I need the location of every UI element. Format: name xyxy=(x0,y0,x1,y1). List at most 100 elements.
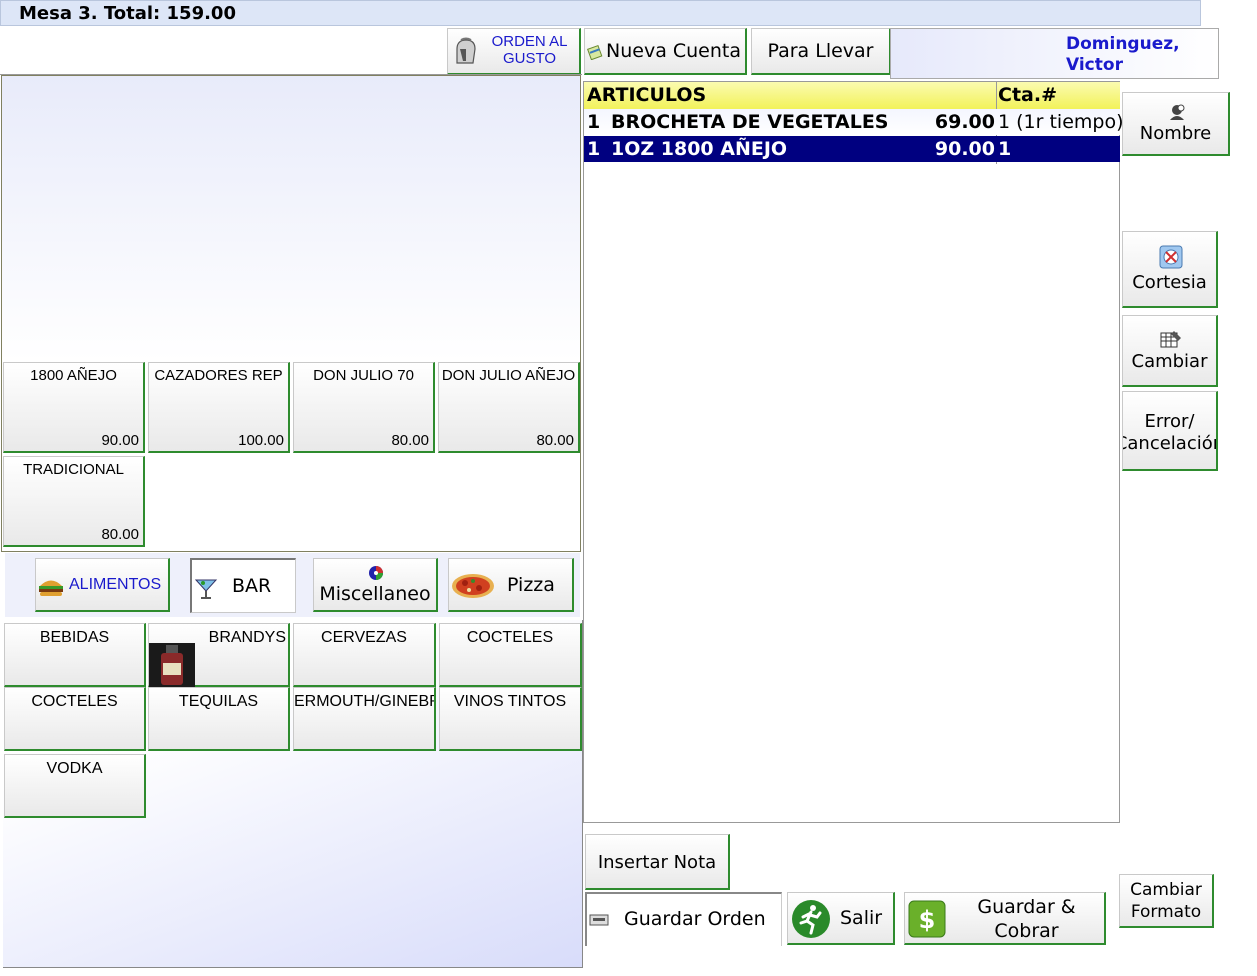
salir-label: Salir xyxy=(840,907,883,929)
product-name: DON JULIO 70 xyxy=(313,367,414,384)
tab-bar-label: BAR xyxy=(232,575,272,597)
burger-icon xyxy=(39,580,63,596)
product-price: 100.00 xyxy=(238,432,284,449)
insertar-nota-button[interactable]: Insertar Nota xyxy=(585,834,730,890)
category-button[interactable]: COCTELES xyxy=(439,623,582,687)
waiter-name-line2: Victor xyxy=(1066,55,1123,75)
guardar-orden-label: Guardar Orden xyxy=(624,908,766,930)
window-title: Mesa 3. Total: 159.00 xyxy=(0,0,1201,26)
orden-al-gusto-label-1: ORDEN AL xyxy=(491,33,568,50)
row-name: 1OZ 1800 AÑEJO xyxy=(611,138,788,160)
product-price: 80.00 xyxy=(391,432,429,449)
error-label-line1: Error/ xyxy=(1144,411,1195,432)
nombre-button[interactable]: Nombre xyxy=(1122,92,1230,156)
orden-al-gusto-label-2: GUSTO xyxy=(502,50,557,67)
cortesia-button[interactable]: Cortesia xyxy=(1122,231,1218,308)
para-llevar-button[interactable]: Para Llevar xyxy=(751,28,891,75)
cambiar-formato-label-2: Formato xyxy=(1130,902,1202,922)
product-button[interactable]: DON JULIO 70 80.00 xyxy=(293,362,435,453)
product-button[interactable]: CAZADORES REP 100.00 xyxy=(148,362,290,453)
table-row-selected[interactable]: 1 1OZ 1800 AÑEJO 90.00 1 xyxy=(584,136,1120,162)
product-price: 80.00 xyxy=(101,526,139,543)
dollar-icon: $ xyxy=(908,900,946,938)
salir-button[interactable]: Salir xyxy=(787,892,895,945)
para-llevar-label: Para Llevar xyxy=(767,40,874,62)
category-label: COCTELES xyxy=(31,693,118,710)
category-label: COCTELES xyxy=(466,629,554,646)
order-table: ARTICULOS Cta.# 1 BROCHETA DE VEGETALES … xyxy=(583,81,1124,823)
orden-al-gusto-button[interactable]: ORDEN AL GUSTO xyxy=(447,28,581,75)
category-label: ERMOUTH/GINEBR xyxy=(294,693,434,710)
row-price: 90.00 xyxy=(934,138,995,160)
color-circle-icon xyxy=(369,566,383,580)
error-cancelacion-button[interactable]: Error/ Cancelación xyxy=(1122,391,1218,471)
notepad-icon xyxy=(587,44,603,60)
order-table-header: ARTICULOS Cta.# xyxy=(584,82,1120,109)
product-button[interactable]: DON JULIO AÑEJO 80.00 xyxy=(438,362,580,453)
product-name: TRADICIONAL xyxy=(23,461,124,478)
waiter-name-box: Dominguez, Victor xyxy=(890,28,1219,79)
row-name: BROCHETA DE VEGETALES xyxy=(611,111,889,133)
category-label: TEQUILAS xyxy=(178,693,259,710)
row-qty: 1 xyxy=(587,111,601,133)
svg-text:$: $ xyxy=(919,906,936,934)
category-label: BRANDYS xyxy=(208,629,286,646)
tab-alimentos-label: ALIMENTOS xyxy=(69,576,162,593)
spartan-helmet-icon xyxy=(456,37,476,64)
category-button[interactable]: CERVEZAS xyxy=(293,623,436,687)
tab-bar[interactable]: BAR xyxy=(190,558,296,613)
row-qty: 1 xyxy=(587,138,601,160)
guardar-orden-button[interactable]: Guardar Orden xyxy=(585,892,782,946)
category-label: CERVEZAS xyxy=(321,629,407,646)
col-cta: Cta.# xyxy=(998,84,1057,106)
product-price: 90.00 xyxy=(101,432,139,449)
running-man-icon xyxy=(792,900,830,938)
category-label: VODKA xyxy=(46,760,103,777)
martini-glass-icon xyxy=(194,579,218,599)
product-price: 80.00 xyxy=(536,432,574,449)
cambiar-formato-label-1: Cambiar xyxy=(1130,880,1202,900)
category-button[interactable]: BRANDYS xyxy=(148,623,290,687)
category-button[interactable]: ERMOUTH/GINEBR xyxy=(293,687,436,751)
category-label: VINOS TINTOS xyxy=(453,693,567,710)
nueva-cuenta-label: Nueva Cuenta xyxy=(606,40,742,62)
insertar-nota-label: Insertar Nota xyxy=(597,852,717,873)
product-button[interactable]: 1800 AÑEJO 90.00 xyxy=(3,362,145,453)
product-button[interactable]: TRADICIONAL 80.00 xyxy=(3,456,145,547)
col-articulos: ARTICULOS xyxy=(587,84,707,106)
category-button[interactable]: BEBIDAS xyxy=(4,623,146,687)
cortesia-icon xyxy=(1159,245,1183,269)
pizza-icon xyxy=(452,574,494,598)
nueva-cuenta-button[interactable]: Nueva Cuenta xyxy=(584,28,747,75)
tab-pizza[interactable]: Pizza xyxy=(448,558,574,612)
category-button[interactable]: VINOS TINTOS xyxy=(439,687,582,751)
category-button[interactable]: TEQUILAS xyxy=(148,687,290,751)
tab-miscellaneo-label: Miscellaneo xyxy=(319,583,431,605)
printer-icon xyxy=(589,914,609,926)
tab-pizza-label: Pizza xyxy=(507,574,555,596)
cambiar-button[interactable]: Cambiar xyxy=(1122,315,1218,387)
category-button[interactable]: VODKA xyxy=(4,754,146,818)
guardar-cobrar-button[interactable]: $ Guardar & Cobrar xyxy=(904,892,1106,945)
guardar-cobrar-label-1: Guardar & xyxy=(977,896,1076,918)
person-icon xyxy=(1170,104,1185,120)
category-button[interactable]: COCTELES xyxy=(4,687,146,751)
bottle-photo-icon xyxy=(149,643,195,687)
error-label-line2: Cancelación xyxy=(1123,433,1216,454)
tab-miscellaneo[interactable]: Miscellaneo xyxy=(313,558,438,612)
product-name: CAZADORES REP xyxy=(154,367,283,384)
cortesia-label: Cortesia xyxy=(1132,272,1207,293)
row-price: 69.00 xyxy=(934,111,995,133)
product-name: 1800 AÑEJO xyxy=(30,367,117,384)
cambiar-formato-button[interactable]: Cambiar Formato xyxy=(1119,874,1214,928)
guardar-cobrar-label-2: Cobrar xyxy=(994,920,1059,942)
product-name: DON JULIO AÑEJO xyxy=(441,367,576,384)
table-row[interactable]: 1 BROCHETA DE VEGETALES 69.00 1 (1r tiem… xyxy=(584,109,1124,135)
waiter-name-line1: Dominguez, xyxy=(1066,34,1180,54)
nombre-label: Nombre xyxy=(1139,123,1212,144)
row-cta: 1 (1r tiempo) xyxy=(998,111,1124,133)
category-label: BEBIDAS xyxy=(39,629,110,646)
tab-alimentos[interactable]: ALIMENTOS xyxy=(35,558,170,612)
cambiar-label: Cambiar xyxy=(1131,351,1208,372)
row-cta: 1 xyxy=(998,138,1012,160)
